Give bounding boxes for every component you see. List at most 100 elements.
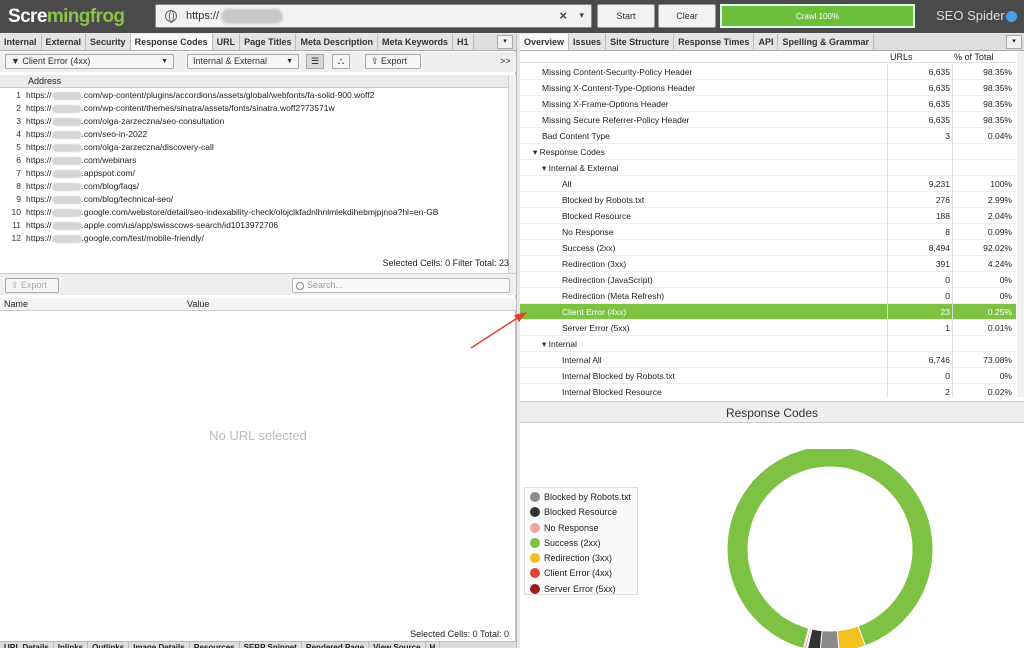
tab-outlinks[interactable]: Outlinks bbox=[88, 642, 130, 648]
details-export-button[interactable]: ⇪ Export bbox=[5, 278, 59, 293]
table-row[interactable]: 11 https:// .apple.com/us/app/swisscows-se… bbox=[0, 219, 508, 232]
url-input[interactable]: https:// × ▾ bbox=[155, 4, 592, 28]
tab-api[interactable]: API bbox=[754, 34, 779, 50]
tab-overview[interactable]: Overview bbox=[520, 34, 570, 50]
overview-row[interactable]: Redirection (3xx) 391 4.24% bbox=[520, 256, 1016, 272]
overview-row[interactable]: ▾ Internal & External bbox=[520, 160, 1016, 176]
export-button[interactable]: ⇪ Export bbox=[365, 54, 421, 69]
tree-view-icon[interactable]: ⛬ bbox=[332, 54, 350, 69]
donut-slice-blocked-by-robots-txt[interactable] bbox=[819, 630, 840, 648]
tab-h[interactable]: H bbox=[426, 642, 441, 648]
name-column-header[interactable]: Name bbox=[4, 298, 28, 310]
tab-page-titles[interactable]: Page Titles bbox=[240, 34, 297, 50]
table-row[interactable]: 5 https:// .com/olga-zarzeczna/discovery-c… bbox=[0, 141, 508, 154]
tab-response-codes[interactable]: Response Codes bbox=[130, 34, 213, 50]
legend-item[interactable]: Blocked by Robots.txt bbox=[525, 490, 637, 505]
legend-item[interactable]: Redirection (3xx) bbox=[525, 551, 637, 566]
overview-row-pct: 0.09% bbox=[987, 227, 1012, 237]
list-view-icon[interactable]: ☰ bbox=[306, 54, 324, 69]
legend-item[interactable]: Client Error (4xx) bbox=[525, 566, 637, 581]
tab-rendered-page[interactable]: Rendered Page bbox=[302, 642, 370, 648]
overview-row-urls: 6,635 bbox=[928, 115, 950, 125]
tab-image-details[interactable]: Image Details bbox=[129, 642, 190, 648]
overview-row[interactable]: Server Error (5xx) 1 0.01% bbox=[520, 320, 1016, 336]
table-row[interactable]: 12 https:// .google.com/test/mobile-friend… bbox=[0, 232, 508, 245]
overview-row[interactable]: Redirection (Meta Refresh) 0 0% bbox=[520, 288, 1016, 304]
table-row[interactable]: 2 https:// .com/wp-content/themes/sinatra/… bbox=[0, 102, 508, 115]
donut-slice-success-2xx-[interactable] bbox=[726, 449, 934, 648]
overview-row[interactable]: Missing X-Frame-Options Header 6,635 98.35… bbox=[520, 96, 1016, 112]
redacted-domain bbox=[51, 143, 82, 152]
tab-response-times[interactable]: Response Times bbox=[674, 34, 755, 50]
url-text: https:// bbox=[186, 10, 220, 22]
filter-dropdown[interactable]: ▼ Client Error (4xx) ▼ bbox=[5, 54, 174, 69]
url-history-dropdown-icon[interactable]: ▾ bbox=[579, 10, 584, 21]
legend-label: Blocked by Robots.txt bbox=[544, 492, 632, 502]
overview-row[interactable]: Client Error (4xx) 23 0.25% bbox=[520, 304, 1016, 320]
legend-item[interactable]: Success (2xx) bbox=[525, 536, 637, 551]
address-column-header[interactable]: Address bbox=[0, 75, 508, 88]
tab-url-details[interactable]: URL Details bbox=[0, 642, 54, 648]
overview-row[interactable]: Blocked Resource 188 2.04% bbox=[520, 208, 1016, 224]
tab-issues[interactable]: Issues bbox=[569, 34, 607, 50]
vertical-scrollbar[interactable] bbox=[508, 75, 516, 288]
tab-security[interactable]: Security bbox=[86, 34, 131, 50]
scope-dropdown[interactable]: Internal & External ▼ bbox=[187, 54, 299, 69]
overview-row[interactable]: No Response 8 0.09% bbox=[520, 224, 1016, 240]
url-path: .com/seo-in-2022 bbox=[81, 129, 148, 139]
table-row[interactable]: 8 https:// .com/blog/faqs/ bbox=[0, 180, 508, 193]
app-logo: Scremingfrog bbox=[8, 5, 125, 27]
overview-row[interactable]: Internal Blocked Resource 2 0.02% bbox=[520, 384, 1016, 397]
legend-item[interactable]: Server Error (5xx) bbox=[525, 582, 637, 597]
table-row[interactable]: 1 https:// .com/wp-content/plugins/accordi… bbox=[0, 89, 508, 102]
expand-panel-icon[interactable]: >> bbox=[500, 56, 511, 66]
url-prefix: https:// bbox=[26, 168, 52, 178]
overview-row[interactable]: Redirection (JavaScript) 0 0% bbox=[520, 272, 1016, 288]
tab-serp-snippet[interactable]: SERP Snippet bbox=[240, 642, 302, 648]
redacted-domain bbox=[51, 221, 82, 230]
overview-row[interactable]: Missing X-Content-Type-Options Header 6,6… bbox=[520, 80, 1016, 96]
table-row[interactable]: 3 https:// .com/olga-zarzeczna/seo-consult… bbox=[0, 115, 508, 128]
overview-row[interactable]: Missing Secure Referrer-Policy Header 6,6… bbox=[520, 112, 1016, 128]
tab-resources[interactable]: Resources bbox=[190, 642, 240, 648]
tab-h1[interactable]: H1 bbox=[453, 34, 474, 50]
table-row[interactable]: 9 https:// .com/blog/technical-seo/ bbox=[0, 193, 508, 206]
overview-row[interactable]: Internal Blocked by Robots.txt 0 0% bbox=[520, 368, 1016, 384]
clear-url-icon[interactable]: × bbox=[559, 8, 567, 23]
tab-view-source[interactable]: View Source bbox=[369, 642, 426, 648]
overview-row[interactable]: Bad Content Type 3 0.04% bbox=[520, 128, 1016, 144]
legend-item[interactable]: Blocked Resource bbox=[525, 505, 637, 520]
details-search-input[interactable]: Search... bbox=[292, 278, 510, 293]
start-button[interactable]: Start bbox=[597, 4, 655, 28]
urls-column-header[interactable]: URLs bbox=[890, 51, 913, 63]
legend-label: Redirection (3xx) bbox=[544, 553, 613, 564]
overview-row[interactable]: Internal All 6,746 73.08% bbox=[520, 352, 1016, 368]
tab-url[interactable]: URL bbox=[212, 34, 241, 50]
table-row[interactable]: 7 https:// .appspot.com/ bbox=[0, 167, 508, 180]
table-row[interactable]: 6 https:// .com/webinars bbox=[0, 154, 508, 167]
overview-row[interactable]: Success (2xx) 8,494 92.02% bbox=[520, 240, 1016, 256]
overview-row[interactable]: All 9,231 100% bbox=[520, 176, 1016, 192]
twitter-icon[interactable] bbox=[1006, 11, 1017, 22]
overview-scrollbar[interactable] bbox=[1017, 51, 1024, 397]
overview-row[interactable]: Missing Content-Security-Policy Header 6,… bbox=[520, 64, 1016, 80]
overview-row[interactable]: ▾ Response Codes bbox=[520, 144, 1016, 160]
tab-spelling-grammar[interactable]: Spelling & Grammar bbox=[778, 34, 874, 50]
overview-row[interactable]: Blocked by Robots.txt 276 2.99% bbox=[520, 192, 1016, 208]
pct-column-header[interactable]: % of Total bbox=[954, 51, 993, 63]
table-row[interactable]: 10 https:// .google.com/webstore/detail/se… bbox=[0, 206, 508, 219]
value-column-header[interactable]: Value bbox=[187, 298, 209, 310]
right-tabs-more-icon[interactable]: ▾ bbox=[1006, 35, 1022, 49]
table-row[interactable]: 4 https:// .com/seo-in-2022 bbox=[0, 128, 508, 141]
left-tabs-more-icon[interactable]: ▾ bbox=[497, 35, 513, 49]
overview-row[interactable]: ▾ Internal bbox=[520, 336, 1016, 352]
tab-meta-description[interactable]: Meta Description bbox=[296, 34, 378, 50]
tab-internal[interactable]: Internal bbox=[0, 34, 42, 50]
overview-row-urls: 6,635 bbox=[928, 83, 950, 93]
tab-meta-keywords[interactable]: Meta Keywords bbox=[377, 34, 454, 50]
tab-inlinks[interactable]: Inlinks bbox=[54, 642, 89, 648]
clear-button[interactable]: Clear bbox=[658, 4, 716, 28]
tab-site-structure[interactable]: Site Structure bbox=[606, 34, 675, 50]
tab-external[interactable]: External bbox=[41, 34, 87, 50]
legend-item[interactable]: No Response bbox=[525, 521, 637, 536]
